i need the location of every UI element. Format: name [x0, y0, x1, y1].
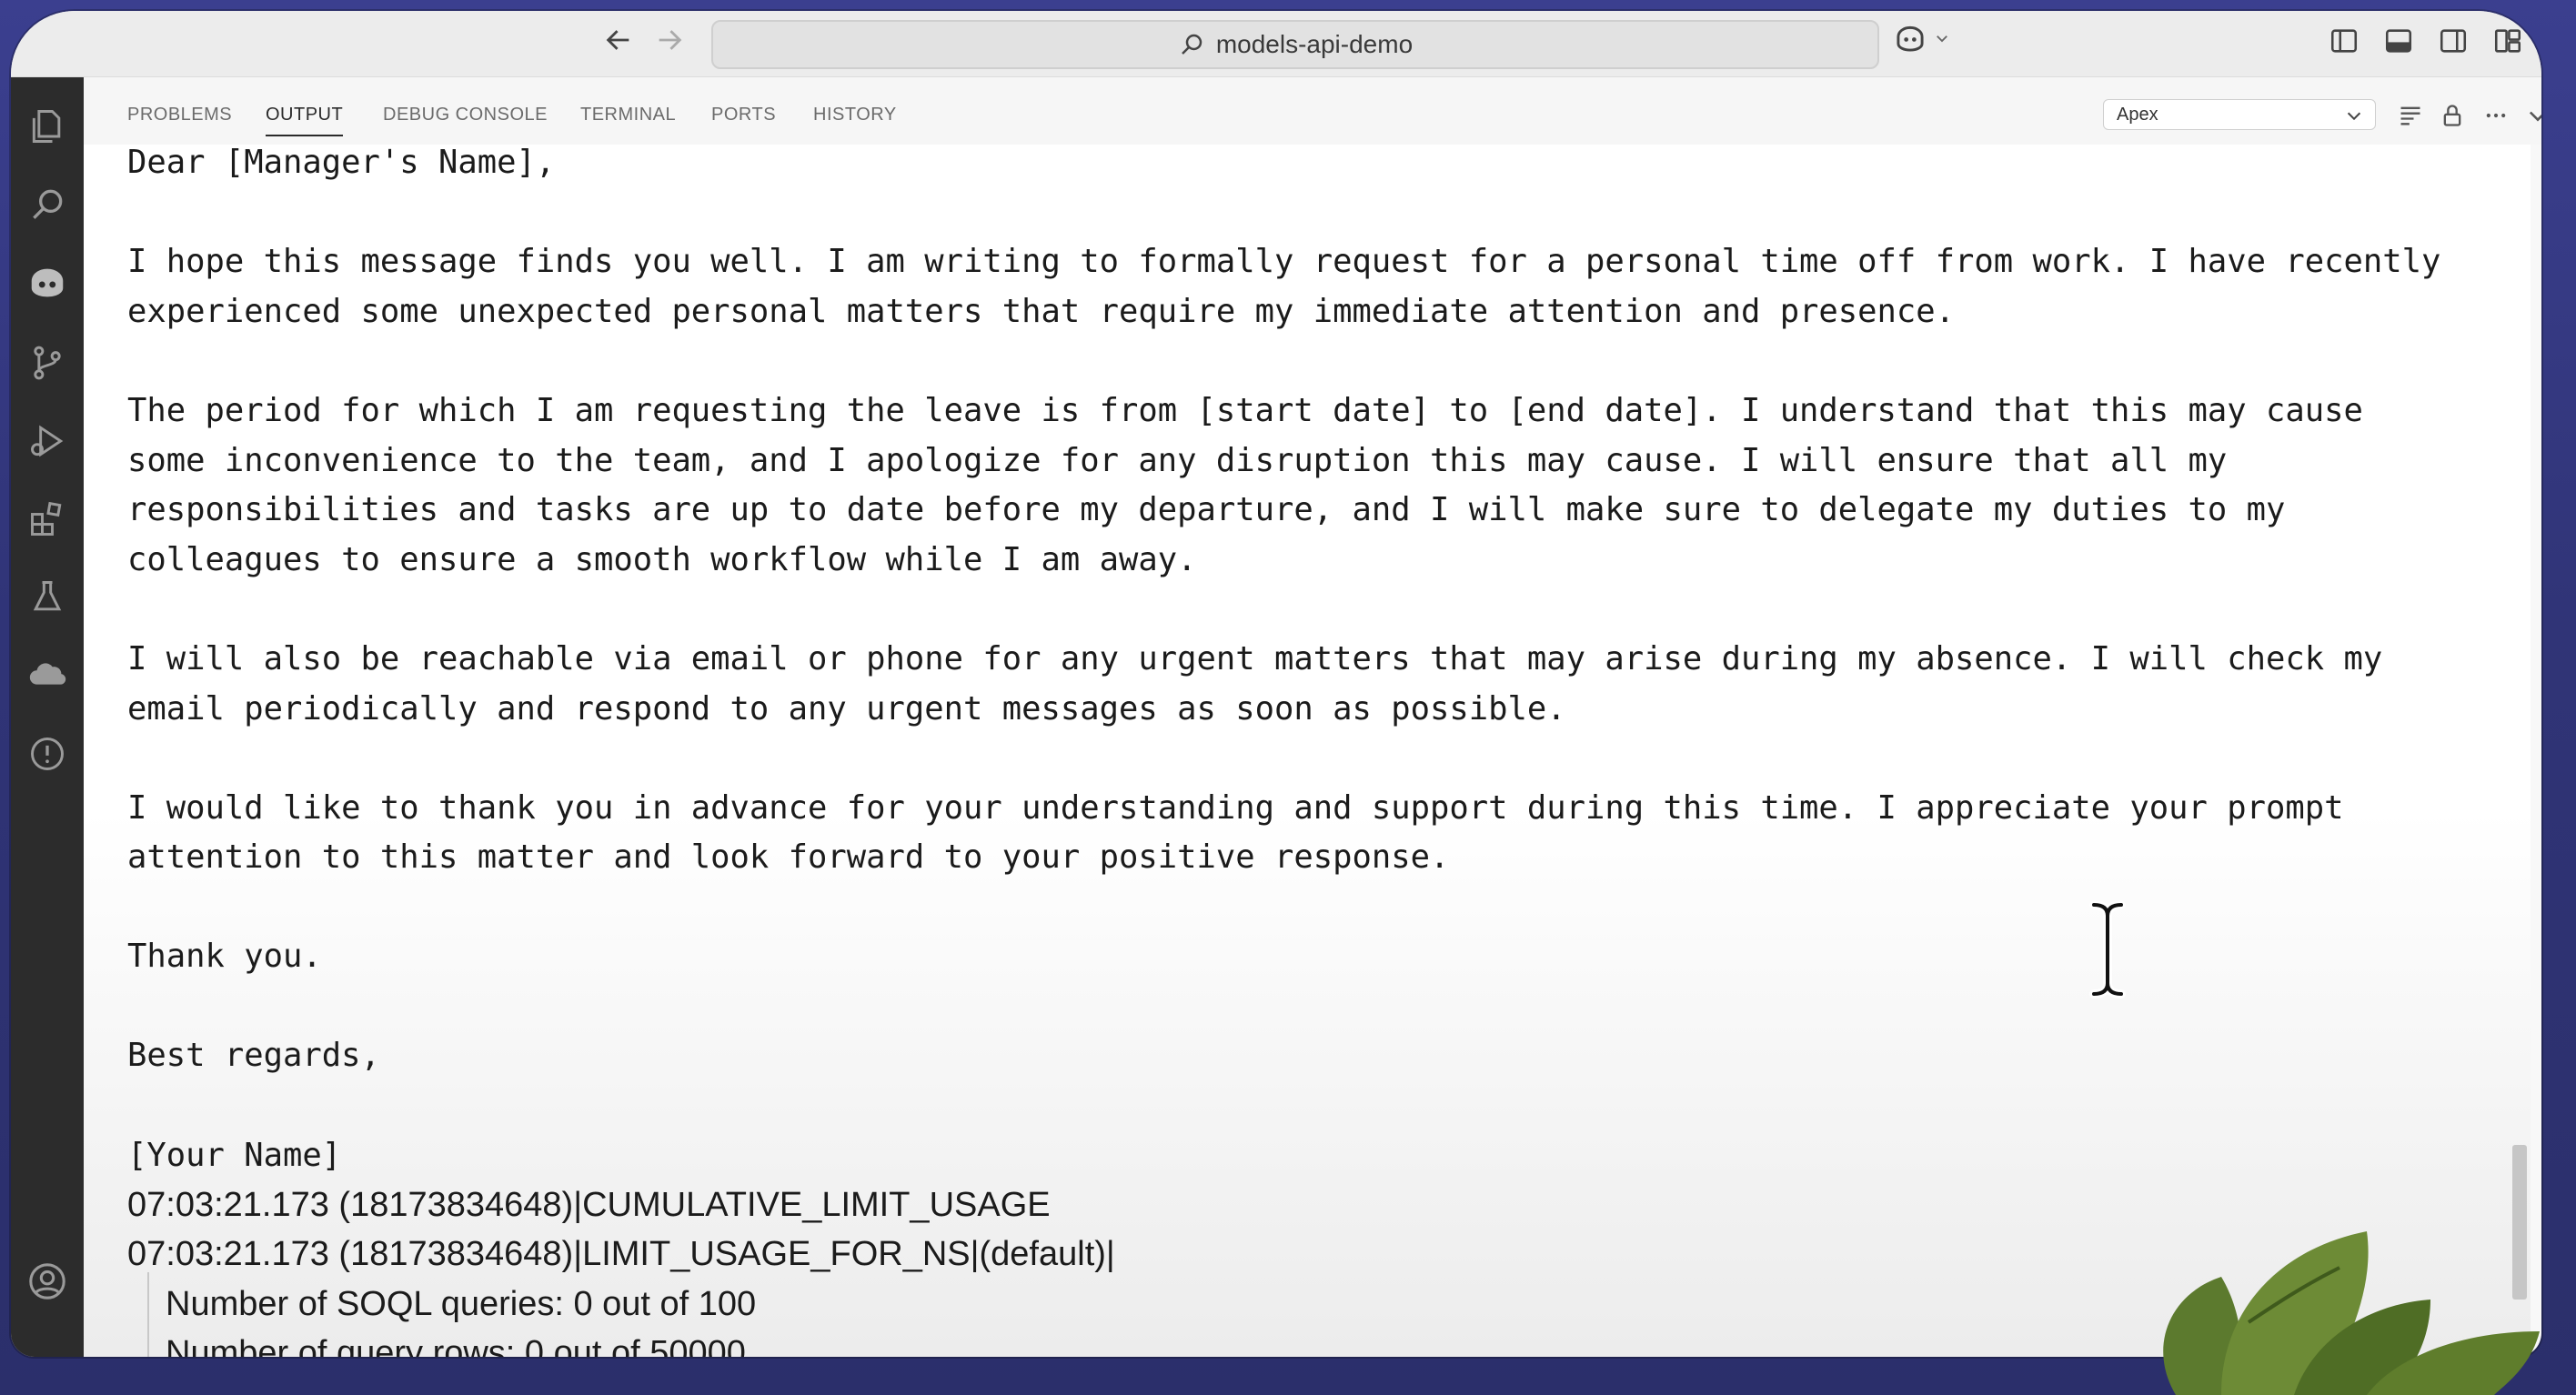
toggle-secondary-sidebar-icon[interactable] [2438, 25, 2469, 56]
log-line: Number of SOQL queries: 0 out of 100 [166, 1285, 757, 1323]
output-line: Best regards, [127, 1037, 380, 1074]
search-icon [1181, 34, 1202, 55]
run-debug-icon[interactable] [25, 419, 69, 463]
output-line: The period for which I am requesting the… [127, 392, 2363, 429]
plant-decoration [2163, 1231, 2540, 1395]
chevron-down-icon [1937, 35, 1947, 43]
activity-bar [11, 77, 84, 1357]
extensions-icon[interactable] [25, 497, 69, 541]
output-channel-value: Apex [2117, 104, 2158, 125]
text-cursor-icon [2089, 900, 2126, 999]
title-bar: models-api-demo [11, 11, 2541, 77]
salesforce-cloud-icon[interactable] [25, 654, 69, 698]
output-line: some inconvenience to the team, and I ap… [127, 442, 2228, 479]
tab-problems[interactable]: PROBLEMS [127, 105, 232, 125]
output-line: email periodically and respond to any ur… [127, 690, 1566, 728]
command-center-search[interactable]: models-api-demo [711, 20, 1879, 69]
account-icon[interactable] [25, 1260, 69, 1303]
collapse-panel-icon[interactable] [2523, 101, 2541, 130]
copilot-menu[interactable] [1894, 24, 1950, 53]
more-actions-icon[interactable] [2481, 101, 2511, 130]
back-arrow-icon[interactable] [600, 22, 637, 58]
log-line: 07:03:21.173 (18173834648)|LIMIT_USAGE_F… [127, 1235, 1115, 1273]
tab-history[interactable]: HISTORY [813, 105, 897, 125]
testing-icon[interactable] [25, 576, 69, 619]
output-line: attention to this matter and look forwar… [127, 838, 1450, 876]
output-line: [Your Name] [127, 1137, 342, 1174]
source-control-icon[interactable] [25, 341, 69, 385]
customize-layout-icon[interactable] [2492, 25, 2523, 56]
copilot-chat-icon[interactable] [25, 261, 69, 305]
output-line: I hope this message finds you well. I am… [127, 243, 2441, 280]
forward-arrow-icon[interactable] [651, 22, 688, 58]
layout-controls [2329, 25, 2523, 56]
panel-header: PROBLEMS OUTPUT DEBUG CONSOLE TERMINAL P… [84, 77, 2541, 145]
chevron-down-icon [2347, 112, 2361, 121]
toggle-panel-icon[interactable] [2383, 25, 2414, 56]
log-line: Number of query rows: 0 out of 50000 [166, 1334, 746, 1357]
output-channel-select[interactable]: Apex [2103, 99, 2376, 130]
explorer-icon[interactable] [25, 105, 69, 148]
search-icon[interactable] [25, 183, 69, 226]
toggle-primary-sidebar-icon[interactable] [2329, 25, 2360, 56]
tab-ports[interactable]: PORTS [711, 105, 776, 125]
problems-icon[interactable] [25, 732, 69, 776]
output-line: Dear [Manager's Name], [127, 145, 556, 181]
lock-icon[interactable] [2438, 101, 2467, 130]
vscode-window: models-api-demo PROBLEMS OUTPUT DEBUG CO… [11, 11, 2541, 1357]
tab-debug-console[interactable]: DEBUG CONSOLE [383, 105, 548, 125]
output-line: colleagues to ensure a smooth workflow w… [127, 541, 1197, 578]
copilot-icon [1897, 25, 1924, 52]
output-line: I would like to thank you in advance for… [127, 789, 2344, 827]
output-line: experienced some unexpected personal mat… [127, 293, 1956, 330]
word-wrap-icon[interactable] [2396, 101, 2425, 130]
output-line: I will also be reachable via email or ph… [127, 640, 2383, 677]
log-line: 07:03:21.173 (18173834648)|CUMULATIVE_LI… [127, 1186, 1051, 1224]
tab-terminal[interactable]: TERMINAL [580, 105, 676, 125]
output-line: responsibilities and tasks are up to dat… [127, 491, 2286, 528]
tab-output[interactable]: OUTPUT [266, 105, 344, 136]
output-view[interactable]: Dear [Manager's Name], I hope this messa… [84, 145, 2531, 1357]
output-line: Thank you. [127, 938, 322, 975]
indent-guide [147, 1272, 149, 1357]
command-center-label: models-api-demo [1215, 30, 1414, 58]
